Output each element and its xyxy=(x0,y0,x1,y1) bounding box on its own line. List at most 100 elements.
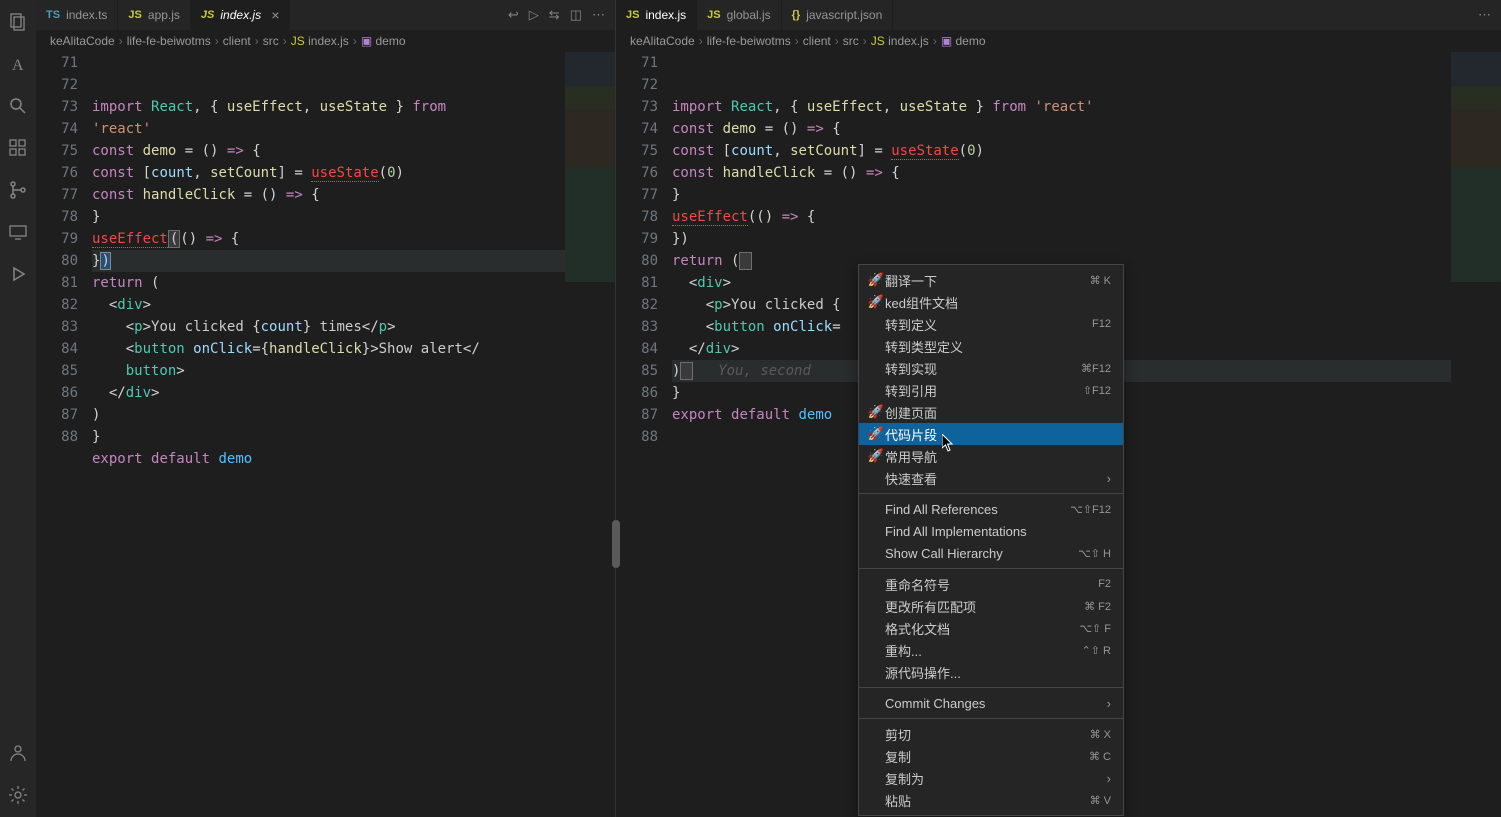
menu-item-[interactable]: 🚀翻译一下⌘ K xyxy=(859,269,1123,291)
menu-item-[interactable]: 剪切⌘ X xyxy=(859,723,1123,745)
menu-item-[interactable]: 转到类型定义 xyxy=(859,335,1123,357)
tab-index-js[interactable]: JS index.js × xyxy=(191,0,290,30)
menu-shortcut: ⌘ V xyxy=(1090,794,1111,807)
breadcrumb-item[interactable]: ▣ demo xyxy=(361,34,406,48)
tab-label: index.ts xyxy=(66,8,107,22)
tab-javascript-json[interactable]: {}javascript.json xyxy=(782,0,894,30)
account-icon[interactable] xyxy=(6,741,30,765)
file-icon: JS xyxy=(201,9,214,21)
menu-item-[interactable]: 快速查看› xyxy=(859,467,1123,489)
menu-label: 转到引用 xyxy=(885,381,1083,400)
menu-label: ked组件文档 xyxy=(885,293,1111,312)
menu-shortcut: ⌥⇧ F xyxy=(1079,622,1111,635)
menu-label: 粘贴 xyxy=(885,791,1090,810)
tab-global-js[interactable]: JSglobal.js xyxy=(697,0,782,30)
tab-index-js[interactable]: JS index.js xyxy=(616,0,697,30)
debug-icon[interactable] xyxy=(6,262,30,286)
breadcrumb-item[interactable]: life-fe-beiwotms xyxy=(127,34,211,48)
menu-shortcut: F12 xyxy=(1092,318,1111,330)
close-icon[interactable]: × xyxy=(271,7,279,23)
breadcrumb-item[interactable]: src xyxy=(263,34,279,48)
menu-item-ked[interactable]: 🚀ked组件文档 xyxy=(859,291,1123,313)
menu-label: 源代码操作... xyxy=(885,663,1111,682)
files-icon[interactable] xyxy=(6,10,30,34)
chevron-right-icon: › xyxy=(1107,696,1111,711)
menu-item-[interactable]: 转到实现⌘F12 xyxy=(859,357,1123,379)
menu-item-[interactable]: 🚀创建页面 xyxy=(859,401,1123,423)
breadcrumb-item[interactable]: client xyxy=(223,34,251,48)
right-breadcrumb[interactable]: keAlitaCode›life-fe-beiwotms›client›src›… xyxy=(616,30,1501,52)
breadcrumb-item[interactable]: client xyxy=(803,34,831,48)
file-icon: JS xyxy=(626,9,639,21)
menu-item-[interactable]: 转到引用⇧F12 xyxy=(859,379,1123,401)
menu-item-[interactable]: 复制为› xyxy=(859,767,1123,789)
minimap[interactable] xyxy=(565,52,615,282)
menu-shortcut: ⌘F12 xyxy=(1081,362,1111,375)
menu-item-[interactable]: 转到定义F12 xyxy=(859,313,1123,335)
left-editor[interactable]: 717273747576777879808182838485868788 imp… xyxy=(36,52,615,817)
breadcrumb-item[interactable]: keAlitaCode xyxy=(630,34,695,48)
tab-index-ts[interactable]: TS index.ts xyxy=(36,0,118,30)
menu-icon: 🚀 xyxy=(867,426,885,442)
menu-label: 复制为 xyxy=(885,769,1107,788)
menu-label: Find All References xyxy=(885,502,1070,517)
file-icon: TS xyxy=(46,9,60,21)
menu-item-[interactable]: 格式化文档⌥⇧ F xyxy=(859,617,1123,639)
menu-label: 代码片段 xyxy=(885,425,1111,444)
menu-shortcut: ⌘ F2 xyxy=(1084,600,1111,613)
breadcrumb-item[interactable]: JS index.js xyxy=(871,34,929,48)
menu-label: 快速查看 xyxy=(885,469,1107,488)
menu-item-[interactable]: 粘贴⌘ V xyxy=(859,789,1123,811)
more-icon[interactable]: ⋯ xyxy=(1478,7,1491,23)
breadcrumb-item[interactable]: src xyxy=(843,34,859,48)
menu-label: 常用导航 xyxy=(885,447,1111,466)
menu-item-[interactable]: 🚀常用导航 xyxy=(859,445,1123,467)
menu-item-[interactable]: 重命名符号F2 xyxy=(859,573,1123,595)
file-icon: JS xyxy=(128,9,141,21)
breadcrumb-item[interactable]: life-fe-beiwotms xyxy=(707,34,791,48)
menu-item-FindAllReferences[interactable]: Find All References⌥⇧F12 xyxy=(859,498,1123,520)
tab-label: index.js xyxy=(220,8,261,22)
menu-shortcut: ⇧F12 xyxy=(1083,384,1111,397)
menu-item-CommitChanges[interactable]: Commit Changes› xyxy=(859,692,1123,714)
extensions-icon[interactable] xyxy=(6,136,30,160)
scm-icon[interactable] xyxy=(6,178,30,202)
tab-app-js[interactable]: JSapp.js xyxy=(118,0,191,30)
left-breadcrumb[interactable]: keAlitaCode›life-fe-beiwotms›client›src›… xyxy=(36,30,615,52)
svg-text:A: A xyxy=(12,57,24,74)
menu-shortcut: ⌥⇧F12 xyxy=(1070,503,1111,516)
menu-label: 创建页面 xyxy=(885,403,1111,422)
breadcrumb-item[interactable]: keAlitaCode xyxy=(50,34,115,48)
menu-shortcut: ⌘ C xyxy=(1089,750,1111,763)
menu-item-[interactable]: 🚀代码片段 xyxy=(859,423,1123,445)
search-icon[interactable] xyxy=(6,94,30,118)
menu-label: Find All Implementations xyxy=(885,524,1111,539)
menu-item-[interactable]: 复制⌘ C xyxy=(859,745,1123,767)
gear-icon[interactable] xyxy=(6,783,30,807)
tab-label: index.js xyxy=(645,8,686,22)
font-icon[interactable]: A xyxy=(6,52,30,76)
menu-item-[interactable]: 源代码操作... xyxy=(859,661,1123,683)
context-menu: 🚀翻译一下⌘ K🚀ked组件文档转到定义F12转到类型定义转到实现⌘F12转到引… xyxy=(858,264,1124,816)
file-icon: {} xyxy=(792,9,801,21)
menu-label: 重构... xyxy=(885,641,1082,660)
run-icon[interactable]: ▷ xyxy=(529,7,539,23)
menu-label: 复制 xyxy=(885,747,1089,766)
compare-icon[interactable]: ⇆ xyxy=(549,7,560,23)
menu-item-ShowCallHierarchy[interactable]: Show Call Hierarchy⌥⇧ H xyxy=(859,542,1123,564)
right-tab-bar: JS index.js JSglobal.js{}javascript.json ⋯ xyxy=(616,0,1501,30)
menu-label: 翻译一下 xyxy=(885,271,1090,290)
menu-shortcut: F2 xyxy=(1098,578,1111,590)
menu-item-[interactable]: 更改所有匹配项⌘ F2 xyxy=(859,595,1123,617)
menu-item-FindAllImplementations[interactable]: Find All Implementations xyxy=(859,520,1123,542)
menu-label: 更改所有匹配项 xyxy=(885,597,1084,616)
menu-item-[interactable]: 重构...⌃⇧ R xyxy=(859,639,1123,661)
breadcrumb-item[interactable]: JS index.js xyxy=(291,34,349,48)
menu-label: 重命名符号 xyxy=(885,575,1098,594)
minimap[interactable] xyxy=(1451,52,1501,282)
go-back-icon[interactable]: ↩ xyxy=(508,7,519,23)
split-icon[interactable]: ◫ xyxy=(570,7,582,23)
more-icon[interactable]: ⋯ xyxy=(592,7,605,23)
breadcrumb-item[interactable]: ▣ demo xyxy=(941,34,986,48)
remote-icon[interactable] xyxy=(6,220,30,244)
